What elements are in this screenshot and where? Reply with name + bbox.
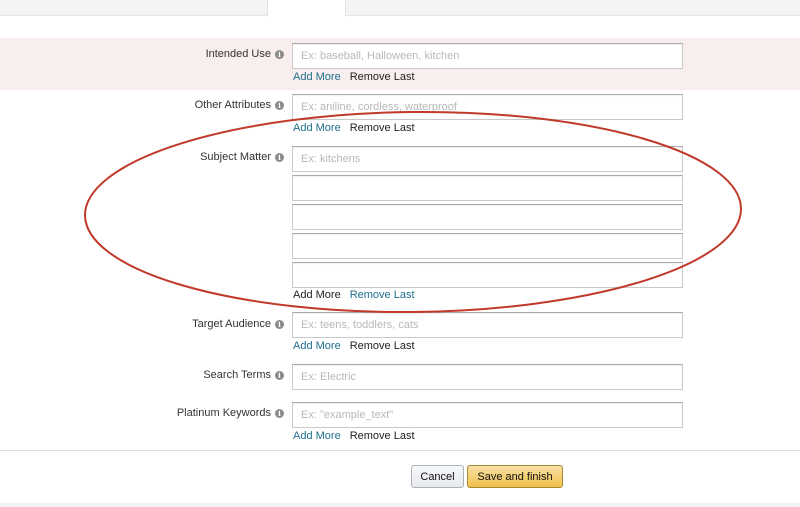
remove-last-link[interactable]: Remove Last: [350, 71, 415, 83]
subject-matter-links: Add More Remove Last: [293, 289, 415, 302]
info-icon[interactable]: i: [275, 370, 284, 380]
subject-matter-input-5[interactable]: [292, 262, 683, 288]
platinum-keywords-input[interactable]: [292, 402, 683, 428]
bottom-strip: [0, 503, 800, 507]
subject-matter-input-2[interactable]: [292, 175, 683, 201]
other-attributes-label: Other Attributes i: [14, 98, 284, 112]
search-terms-input[interactable]: [292, 364, 683, 390]
info-icon[interactable]: i: [275, 49, 284, 59]
platinum-keywords-label: Platinum Keywords i: [14, 406, 284, 420]
subject-matter-label: Subject Matter i: [14, 150, 284, 164]
intended-use-input[interactable]: [292, 43, 683, 69]
info-icon[interactable]: i: [275, 408, 284, 418]
remove-last-link[interactable]: Remove Last: [350, 289, 415, 301]
remove-last-link[interactable]: Remove Last: [350, 340, 415, 352]
info-icon[interactable]: i: [275, 100, 284, 110]
active-tab[interactable]: [267, 0, 346, 17]
save-and-finish-button[interactable]: Save and finish: [467, 465, 563, 488]
platinum-keywords-links: Add More Remove Last: [293, 430, 415, 443]
intended-use-links: Add More Remove Last: [293, 71, 415, 84]
remove-last-link[interactable]: Remove Last: [350, 122, 415, 134]
add-more-link[interactable]: Add More: [293, 430, 341, 442]
info-icon[interactable]: i: [275, 152, 284, 162]
add-more-link[interactable]: Add More: [293, 289, 341, 301]
remove-last-link[interactable]: Remove Last: [350, 430, 415, 442]
add-more-link[interactable]: Add More: [293, 71, 341, 83]
search-terms-label: Search Terms i: [14, 368, 284, 382]
footer-divider: [0, 450, 800, 451]
add-more-link[interactable]: Add More: [293, 122, 341, 134]
info-icon[interactable]: i: [275, 319, 284, 329]
intended-use-label: Intended Use i: [14, 47, 284, 61]
target-audience-input[interactable]: [292, 312, 683, 338]
top-tab-strip: [0, 0, 800, 16]
subject-matter-input-4[interactable]: [292, 233, 683, 259]
add-more-link[interactable]: Add More: [293, 340, 341, 352]
subject-matter-input-3[interactable]: [292, 204, 683, 230]
target-audience-links: Add More Remove Last: [293, 340, 415, 353]
target-audience-label: Target Audience i: [14, 317, 284, 331]
other-attributes-input[interactable]: [292, 94, 683, 120]
cancel-button[interactable]: Cancel: [411, 465, 464, 488]
other-attributes-links: Add More Remove Last: [293, 122, 415, 135]
subject-matter-input-1[interactable]: [292, 146, 683, 172]
